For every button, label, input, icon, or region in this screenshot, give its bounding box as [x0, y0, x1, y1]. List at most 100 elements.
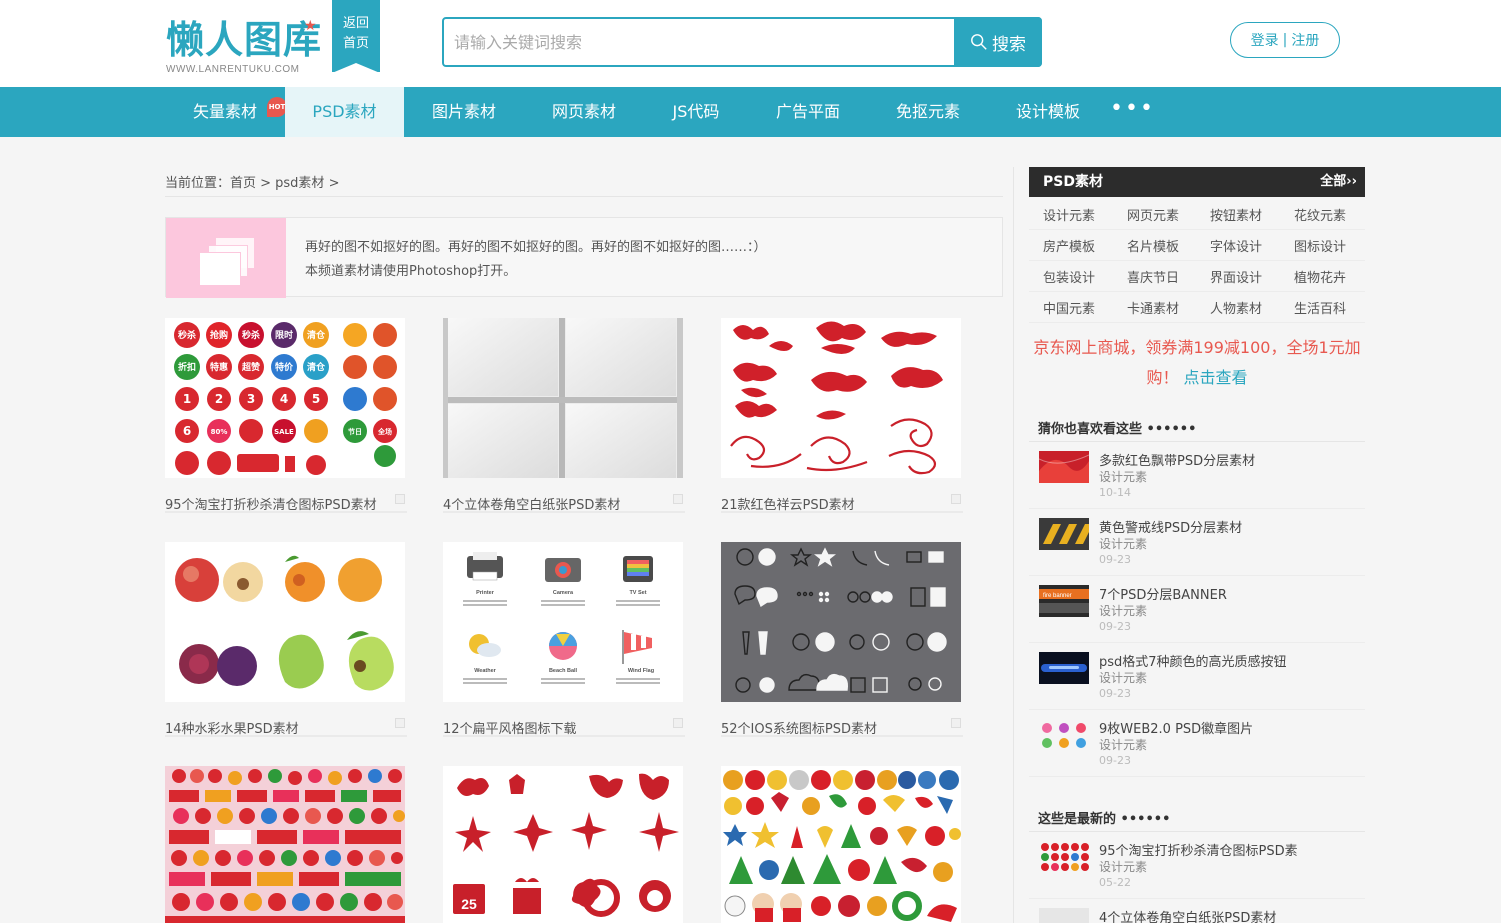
tag-link[interactable]: 植物花卉	[1294, 267, 1346, 286]
side-item-title[interactable]: 多款红色飘带PSD分层素材	[1099, 450, 1255, 469]
tag-link[interactable]: 网页元素	[1127, 205, 1179, 224]
login-link[interactable]: 登录	[1251, 30, 1279, 50]
side-list-item[interactable]: 4个立体卷角空白纸张PSD素材	[1029, 899, 1365, 923]
tag-link[interactable]: 房产模板	[1043, 236, 1095, 255]
nav-item-vector[interactable]: 矢量素材 HOT	[165, 87, 287, 137]
card-thumbnail[interactable]	[721, 766, 961, 923]
tag-link[interactable]: 图标设计	[1294, 236, 1346, 255]
tag-link[interactable]: 生活百科	[1294, 298, 1346, 317]
side-item-title[interactable]: 黄色警戒线PSD分层素材	[1099, 517, 1242, 536]
side-list-item[interactable]: 9枚WEB2.0 PSD徽章图片 设计元素 09-23	[1029, 710, 1365, 777]
side-item-date: 09-23	[1099, 754, 1131, 767]
badge-number: 3	[247, 392, 255, 406]
card-thumbnail[interactable]: 25	[443, 766, 683, 923]
side-item-title[interactable]: 9枚WEB2.0 PSD徽章图片	[1099, 718, 1253, 737]
side-item-title[interactable]: 7个PSD分层BANNER	[1099, 584, 1227, 603]
favorite-icon[interactable]	[395, 718, 405, 728]
resource-card[interactable]	[721, 766, 963, 923]
favorite-icon[interactable]	[673, 718, 683, 728]
resource-card[interactable]: 4个立体卷角空白纸张PSD素材	[443, 318, 685, 513]
nav-more-icon[interactable]: •••	[1110, 87, 1155, 137]
nav-item-label: 设计模板	[1015, 102, 1080, 121]
favorite-icon[interactable]	[951, 494, 961, 504]
side-list-item[interactable]: 多款红色飘带PSD分层素材 设计元素 10-14	[1029, 442, 1365, 509]
site-logo[interactable]: 懒人图库 ★ WWW.LANRENTUKU.COM	[166, 18, 326, 78]
side-item-title[interactable]: 95个淘宝打折秒杀清仓图标PSD素	[1099, 840, 1298, 859]
nav-item-cutout[interactable]: 免抠元素	[868, 87, 988, 137]
side-item-category[interactable]: 设计元素	[1099, 535, 1147, 552]
resource-card[interactable]: 秒杀 抢购 秒杀 限时 清仓 折扣 特惠 超赞 特价 清仓 1 2 3 4 5	[165, 318, 407, 513]
tag-link[interactable]: 卡通素材	[1127, 298, 1179, 317]
side-item-thumbnail[interactable]	[1039, 841, 1089, 873]
logo-text: 懒人图库	[166, 18, 323, 62]
channel-info-text: 再好的图不如抠好的图。再好的图不如抠好的图。再好的图不如抠好的图……：） 本频道…	[305, 236, 767, 284]
nav-item-templates[interactable]: 设计模板	[988, 87, 1108, 137]
back-home-button[interactable]: 返回 首页	[332, 0, 380, 73]
side-item-category[interactable]: 设计元素	[1099, 468, 1147, 485]
tag-link[interactable]: 中国元素	[1043, 298, 1095, 317]
side-item-category[interactable]: 设计元素	[1099, 858, 1147, 875]
favorite-icon[interactable]	[673, 494, 683, 504]
card-thumbnail[interactable]	[165, 542, 405, 702]
sidebar-category-title: PSD素材	[1043, 174, 1103, 190]
side-item-title[interactable]: psd格式7种颜色的高光质感按钮	[1099, 651, 1287, 670]
icon-label: Camera	[553, 590, 574, 596]
resource-card[interactable]: Printer Camera TV Set Weather Beach Ball…	[443, 542, 685, 737]
promo-banner[interactable]: 京东网上商城，领券满199减100，全场1元加购！ 点击查看	[1029, 333, 1365, 393]
card-thumbnail[interactable]	[721, 318, 961, 478]
tag-link[interactable]: 喜庆节日	[1127, 267, 1179, 286]
badge-number: 2	[215, 392, 223, 406]
card-thumbnail[interactable]	[721, 542, 961, 702]
side-list-item[interactable]: 黄色警戒线PSD分层素材 设计元素 09-23	[1029, 509, 1365, 576]
favorite-icon[interactable]	[395, 494, 405, 504]
nav-item-images[interactable]: 图片素材	[404, 87, 524, 137]
side-item-category[interactable]: 设计元素	[1099, 602, 1147, 619]
card-thumbnail[interactable]	[165, 766, 405, 923]
nav-item-web[interactable]: 网页素材	[524, 87, 644, 137]
tag-link[interactable]: 按钮素材	[1210, 205, 1262, 224]
badge-label: 超赞	[241, 361, 260, 373]
side-list-item[interactable]: fire banner 7个PSD分层BANNER 设计元素 09-23	[1029, 576, 1365, 643]
side-list-item[interactable]: 95个淘宝打折秒杀清仓图标PSD素 设计元素 05-22	[1029, 832, 1365, 899]
resource-card[interactable]: 52个IOS系统图标PSD素材	[721, 542, 963, 737]
side-item-category[interactable]: 设计元素	[1099, 669, 1147, 686]
search-input[interactable]	[444, 19, 954, 65]
card-underline	[165, 511, 407, 513]
search-button[interactable]: 搜索	[954, 17, 1042, 67]
favorite-icon[interactable]	[951, 718, 961, 728]
tag-link[interactable]: 人物素材	[1210, 298, 1262, 317]
search-box: 搜索	[442, 17, 1042, 67]
nav-item-psd[interactable]: PSD素材	[285, 87, 404, 137]
side-item-thumbnail[interactable]	[1039, 908, 1089, 923]
tag-link[interactable]: 名片模板	[1127, 236, 1179, 255]
tag-link[interactable]: 字体设计	[1210, 236, 1262, 255]
card-thumbnail[interactable]: 秒杀 抢购 秒杀 限时 清仓 折扣 特惠 超赞 特价 清仓 1 2 3 4 5	[165, 318, 405, 478]
side-item-thumbnail[interactable]	[1039, 451, 1089, 483]
tag-link[interactable]: 包装设计	[1043, 267, 1095, 286]
resource-card[interactable]: 21款红色祥云PSD素材	[721, 318, 963, 513]
resource-card[interactable]: 14种水彩水果PSD素材	[165, 542, 407, 737]
breadcrumb-divider	[165, 196, 1003, 197]
promo-link[interactable]: 点击查看	[1184, 368, 1248, 387]
card-underline	[165, 735, 407, 737]
register-link[interactable]: 注册	[1291, 30, 1319, 50]
resource-card[interactable]: 25	[443, 766, 685, 923]
tag-link[interactable]: 设计元素	[1043, 205, 1095, 224]
card-thumbnail[interactable]	[443, 318, 683, 478]
side-item-category[interactable]: 设计元素	[1099, 736, 1147, 753]
login-separator: |	[1282, 32, 1288, 48]
resource-card[interactable]	[165, 766, 407, 923]
side-item-title[interactable]: 4个立体卷角空白纸张PSD素材	[1099, 907, 1276, 923]
side-item-thumbnail[interactable]	[1039, 518, 1089, 550]
tag-link[interactable]: 界面设计	[1210, 267, 1262, 286]
sidebar-all-link[interactable]: 全部››	[1320, 167, 1357, 197]
card-thumbnail[interactable]: Printer Camera TV Set Weather Beach Ball…	[443, 542, 683, 702]
side-item-thumbnail[interactable]	[1039, 652, 1089, 684]
nav-item-ads[interactable]: 广告平面	[748, 87, 868, 137]
tag-link[interactable]: 花纹元素	[1294, 205, 1346, 224]
nav-item-js[interactable]: JS代码	[644, 87, 748, 137]
side-item-thumbnail[interactable]: fire banner	[1039, 585, 1089, 617]
login-register-button[interactable]: 登录 | 注册	[1230, 22, 1340, 58]
side-list-item[interactable]: psd格式7种颜色的高光质感按钮 设计元素 09-23	[1029, 643, 1365, 710]
side-item-thumbnail[interactable]	[1039, 719, 1089, 751]
